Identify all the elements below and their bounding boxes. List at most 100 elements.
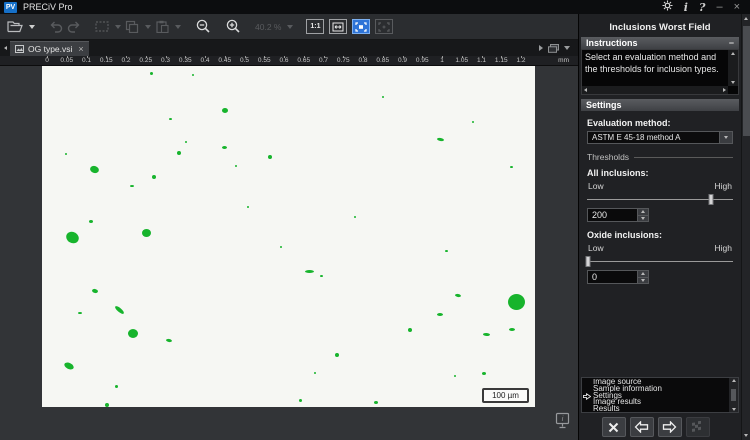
inclusion-spot — [374, 401, 378, 404]
help-icon[interactable]: ? — [699, 2, 705, 13]
copy-button[interactable] — [123, 19, 141, 34]
oxide-inclusions-slider[interactable] — [585, 256, 733, 267]
finish-flag-icon[interactable] — [685, 417, 710, 437]
app-window: PV PRECiV Pro i ? – × 40.2 % 1:1 OG type… — [0, 0, 750, 440]
slider-track[interactable] — [587, 261, 733, 262]
copy-menu-chevron[interactable] — [141, 24, 153, 30]
select-menu-chevron[interactable] — [111, 24, 123, 30]
high-label: High — [714, 243, 732, 253]
scroll-right-icon[interactable] — [723, 88, 726, 92]
inclusion-spot — [454, 375, 456, 377]
task-panel: Inclusions Worst Field Instructions − Se… — [578, 14, 750, 440]
toolbar: 40.2 % 1:1 — [0, 14, 578, 40]
inclusion-spot — [91, 288, 99, 294]
zoom-in-icon[interactable] — [223, 18, 243, 35]
inclusion-spot — [64, 229, 81, 246]
scroll-down-icon[interactable] — [744, 434, 748, 437]
settings-body: Evaluation method: ASTM E 45-18 method A… — [579, 118, 741, 284]
wizard-scrollbar[interactable] — [729, 378, 738, 412]
tab-scroll-left-icon[interactable] — [0, 40, 10, 56]
tab-close-icon[interactable]: × — [78, 44, 83, 54]
inclusion-spot — [509, 328, 515, 331]
info-icon[interactable]: i — [684, 2, 688, 13]
scroll-up-icon[interactable] — [731, 52, 735, 55]
tab-label: OG type.vsi — [28, 44, 73, 54]
scroll-thumb[interactable] — [731, 389, 736, 401]
paste-menu-chevron[interactable] — [171, 24, 183, 30]
ruler-tick-label: 0.8 — [358, 57, 368, 64]
inclusion-spot — [105, 403, 109, 407]
inclusion-spot — [128, 329, 138, 338]
open-image-button[interactable] — [5, 19, 25, 34]
inclusion-spot — [382, 96, 384, 98]
select-region-button[interactable] — [93, 20, 111, 33]
zoom-to-fit-button[interactable] — [352, 19, 371, 34]
inclusion-spot — [89, 164, 100, 175]
dropdown-chevron-icon[interactable] — [719, 132, 732, 143]
layers-icon[interactable] — [548, 43, 559, 53]
all-inclusions-slider[interactable] — [587, 194, 733, 205]
zoom-out-icon[interactable] — [193, 18, 213, 35]
oxide-inclusions-input[interactable]: 0 — [587, 270, 649, 284]
all-inclusions-slider-handle[interactable] — [708, 194, 714, 205]
all-inclusions-input[interactable]: 200 — [587, 208, 649, 222]
next-button[interactable] — [657, 417, 682, 437]
inclusion-spot — [114, 304, 125, 316]
back-button[interactable] — [629, 417, 654, 437]
minimize-icon[interactable]: – — [716, 1, 722, 13]
image-thumbnail-icon — [15, 45, 24, 53]
tab-og-type[interactable]: OG type.vsi × — [10, 41, 89, 56]
settings-header[interactable]: Settings — [581, 99, 739, 111]
gear-icon[interactable] — [662, 0, 673, 14]
cancel-button[interactable] — [601, 417, 626, 437]
panel-title: Inclusions Worst Field — [609, 22, 711, 33]
scroll-down-icon[interactable] — [731, 408, 736, 411]
fullscreen-view-button[interactable] — [375, 19, 394, 34]
inclusion-spot — [152, 175, 156, 179]
close-icon[interactable]: × — [734, 1, 740, 13]
undo-icon[interactable] — [47, 20, 65, 34]
scroll-thumb[interactable] — [743, 26, 750, 136]
open-menu-chevron[interactable] — [25, 24, 37, 30]
inclusion-spot — [482, 372, 486, 375]
inclusion-spot — [89, 220, 93, 223]
ruler-tick-label: 0.25 — [139, 57, 153, 64]
wizard-step-list: Image source Sample information Settings Im… — [581, 377, 739, 413]
instructions-header[interactable]: Instructions − — [581, 37, 739, 49]
panel-scrollbar[interactable] — [741, 14, 750, 440]
zoom-level-select[interactable]: 40.2 % — [255, 22, 294, 32]
fit-to-window-button[interactable] — [329, 19, 348, 34]
paste-button[interactable] — [153, 19, 171, 34]
zoom-100-button[interactable]: 1:1 — [306, 19, 325, 34]
oxide-inclusions-slider-handle[interactable] — [585, 256, 591, 267]
tab-bar: OG type.vsi × — [0, 40, 578, 56]
ruler-tick-label: 1.15 — [494, 57, 508, 64]
inclusion-spot — [305, 270, 314, 273]
high-label: High — [714, 181, 732, 191]
specimen-image[interactable]: 100 µm — [42, 66, 535, 407]
instructions-vscrollbar[interactable] — [728, 50, 738, 86]
ruler-unit: mm — [558, 57, 569, 64]
collapse-icon[interactable]: − — [729, 38, 734, 48]
expand-right-icon[interactable] — [539, 45, 543, 51]
instrument-info-icon[interactable]: i — [555, 412, 570, 434]
scroll-up-icon[interactable] — [731, 379, 736, 382]
wizard-step-results[interactable]: Results — [582, 405, 729, 411]
ruler-tick-label: 0.85 — [376, 57, 390, 64]
layers-menu-chevron[interactable] — [564, 46, 570, 50]
inclusion-spot — [65, 153, 67, 155]
scroll-down-icon[interactable] — [731, 81, 735, 84]
scroll-left-icon[interactable] — [584, 88, 587, 92]
thresholds-group-label: Thresholds — [587, 152, 733, 162]
scroll-up-icon[interactable] — [744, 17, 748, 20]
redo-icon[interactable] — [65, 20, 83, 34]
ruler-tick-label: 1.2 — [516, 57, 526, 64]
spin-down-icon[interactable] — [638, 215, 648, 221]
all-inclusions-range-labels: Low High — [587, 181, 733, 191]
inclusion-spot — [508, 294, 525, 310]
ruler-tick-label: 0.45 — [218, 57, 232, 64]
spin-down-icon[interactable] — [638, 277, 648, 283]
instructions-hscrollbar[interactable] — [582, 86, 728, 94]
evaluation-method-select[interactable]: ASTM E 45-18 method A — [587, 131, 733, 144]
all-inclusions-label: All inclusions: — [587, 168, 649, 178]
